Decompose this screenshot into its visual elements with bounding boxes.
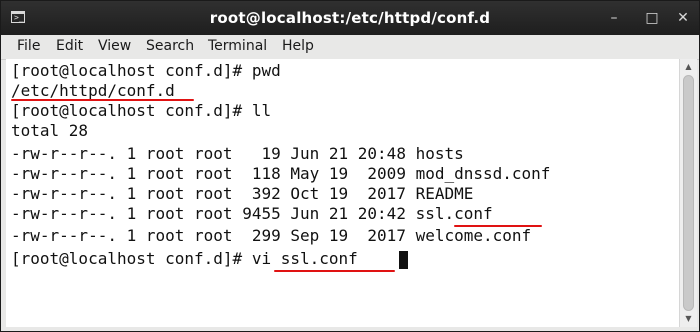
annotation-underline xyxy=(274,270,395,272)
annotation-underline xyxy=(11,99,194,101)
scroll-thumb[interactable] xyxy=(683,75,694,311)
close-button[interactable]: ✕ xyxy=(673,8,693,28)
menu-search[interactable]: Search xyxy=(144,38,196,54)
terminal-line: [root@localhost conf.d]# vi ssl.conf xyxy=(11,249,358,268)
scroll-down-icon[interactable]: ▼ xyxy=(680,312,697,326)
terminal-window: >_ root@localhost:/etc/httpd/conf.d – □ … xyxy=(0,0,700,332)
menu-terminal[interactable]: Terminal xyxy=(206,38,269,54)
terminal-line: -rw-r--r--. 1 root root 118 May 19 2009 … xyxy=(11,164,551,183)
menu-view[interactable]: View xyxy=(96,38,133,54)
menu-file[interactable]: File xyxy=(15,38,42,54)
title-bar[interactable]: >_ root@localhost:/etc/httpd/conf.d – □ … xyxy=(1,1,699,35)
terminal-line: [root@localhost conf.d]# ll xyxy=(11,101,272,120)
maximize-button[interactable]: □ xyxy=(642,8,662,28)
menu-bar: File Edit View Search Terminal Help xyxy=(1,35,699,60)
terminal-line: /etc/httpd/conf.d xyxy=(11,81,175,100)
terminal-line: [root@localhost conf.d]# pwd xyxy=(11,61,281,80)
menu-help[interactable]: Help xyxy=(280,38,316,54)
terminal-line: total 28 xyxy=(11,121,89,140)
terminal-line: -rw-r--r--. 1 root root 9455 Jun 21 20:4… xyxy=(11,204,493,223)
annotation-underline xyxy=(454,225,542,227)
minimize-button[interactable]: – xyxy=(604,8,624,28)
terminal-line: -rw-r--r--. 1 root root 19 Jun 21 20:48 … xyxy=(11,144,464,163)
text-cursor xyxy=(399,251,408,269)
terminal-output[interactable]: [root@localhost conf.d]# pwd /etc/httpd/… xyxy=(6,59,679,327)
vertical-scrollbar[interactable]: ▲ ▼ xyxy=(679,59,697,327)
menu-edit[interactable]: Edit xyxy=(54,38,85,54)
window-title: root@localhost:/etc/httpd/conf.d xyxy=(209,9,491,27)
terminal-line: -rw-r--r--. 1 root root 299 Sep 19 2017 … xyxy=(11,226,532,245)
terminal-line: -rw-r--r--. 1 root root 392 Oct 19 2017 … xyxy=(11,184,474,203)
scroll-up-icon[interactable]: ▲ xyxy=(680,60,697,74)
